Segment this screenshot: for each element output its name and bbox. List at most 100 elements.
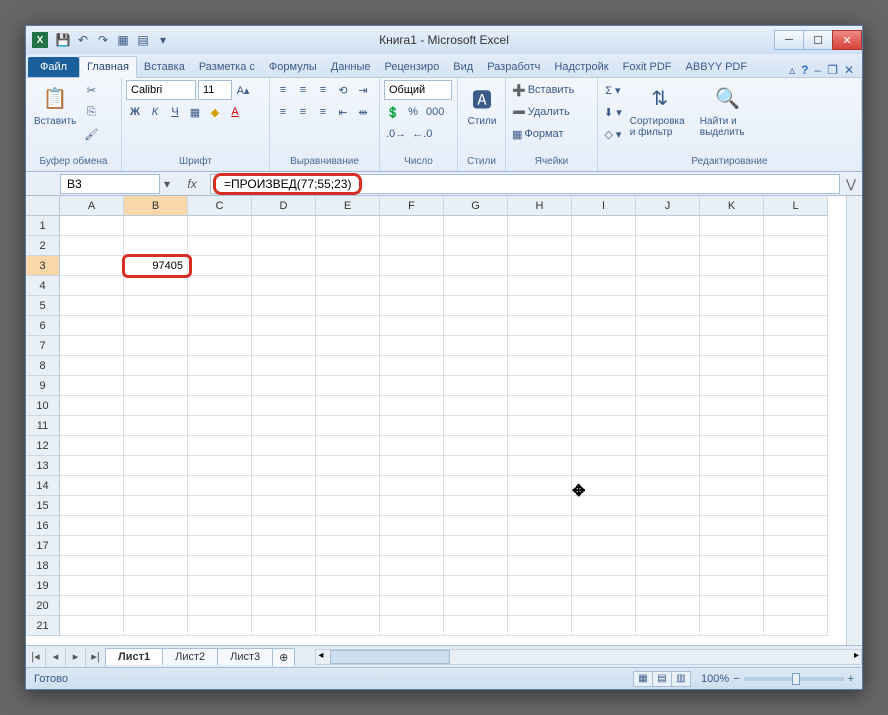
cell[interactable] — [572, 416, 636, 436]
cell[interactable] — [380, 356, 444, 376]
format-cells-button[interactable]: ▦ Формат — [510, 124, 596, 144]
cell[interactable] — [636, 336, 700, 356]
cell[interactable] — [444, 216, 508, 236]
row-header[interactable]: 7 — [26, 336, 60, 356]
cell[interactable] — [508, 456, 572, 476]
col-header[interactable]: D — [252, 196, 316, 216]
scrollbar-thumb[interactable] — [330, 650, 450, 664]
cell[interactable] — [508, 256, 572, 276]
cell[interactable] — [764, 456, 828, 476]
cell[interactable] — [700, 596, 764, 616]
row-header[interactable]: 4 — [26, 276, 60, 296]
row-header[interactable]: 11 — [26, 416, 60, 436]
row-header[interactable]: 13 — [26, 456, 60, 476]
cell[interactable] — [636, 296, 700, 316]
cell[interactable] — [316, 476, 380, 496]
cell[interactable] — [252, 556, 316, 576]
cell[interactable] — [636, 396, 700, 416]
cell[interactable] — [252, 596, 316, 616]
cell[interactable] — [572, 556, 636, 576]
cell[interactable] — [764, 596, 828, 616]
cell[interactable] — [188, 616, 252, 636]
row-header[interactable]: 21 — [26, 616, 60, 636]
undo-icon[interactable]: ↶ — [74, 31, 92, 49]
cell[interactable] — [316, 416, 380, 436]
cell[interactable] — [252, 296, 316, 316]
cell[interactable] — [316, 456, 380, 476]
cell[interactable] — [188, 536, 252, 556]
row-header[interactable]: 1 — [26, 216, 60, 236]
cell[interactable] — [188, 496, 252, 516]
cell[interactable] — [636, 596, 700, 616]
col-header[interactable]: A — [60, 196, 124, 216]
cell[interactable] — [636, 476, 700, 496]
currency-icon[interactable]: 💲 — [384, 102, 402, 122]
mdi-restore-icon[interactable]: ❐ — [827, 63, 838, 77]
cell[interactable] — [188, 356, 252, 376]
cell[interactable] — [380, 516, 444, 536]
sheet-nav-last-icon[interactable]: ▸| — [86, 647, 106, 667]
cell[interactable] — [508, 336, 572, 356]
cell[interactable] — [764, 316, 828, 336]
cell[interactable] — [700, 336, 764, 356]
cell[interactable] — [252, 256, 316, 276]
tab-addins[interactable]: Надстройк — [547, 57, 615, 77]
cell[interactable] — [188, 276, 252, 296]
row-header[interactable]: 2 — [26, 236, 60, 256]
cell[interactable] — [572, 296, 636, 316]
cell[interactable] — [444, 616, 508, 636]
wrap-text-icon[interactable]: ⇥ — [354, 80, 372, 100]
cell[interactable] — [444, 576, 508, 596]
cell[interactable] — [60, 456, 124, 476]
cell[interactable] — [316, 316, 380, 336]
cell[interactable] — [380, 336, 444, 356]
col-header[interactable]: H — [508, 196, 572, 216]
cell[interactable] — [764, 356, 828, 376]
cell[interactable] — [636, 516, 700, 536]
sheet-tab[interactable]: Лист3 — [217, 648, 273, 665]
find-select-button[interactable]: 🔍 Найти и выделить — [696, 80, 760, 140]
cell[interactable] — [764, 276, 828, 296]
cell[interactable] — [252, 276, 316, 296]
cell[interactable] — [572, 576, 636, 596]
cell[interactable] — [124, 516, 188, 536]
cell[interactable] — [252, 356, 316, 376]
cell[interactable] — [572, 456, 636, 476]
cell[interactable] — [764, 576, 828, 596]
cell[interactable] — [764, 416, 828, 436]
cell[interactable] — [252, 496, 316, 516]
cell[interactable] — [316, 616, 380, 636]
cell[interactable] — [764, 256, 828, 276]
cell[interactable] — [444, 456, 508, 476]
percent-icon[interactable]: % — [404, 102, 422, 122]
cell[interactable] — [636, 316, 700, 336]
maximize-button[interactable]: ☐ — [803, 30, 833, 50]
cell[interactable] — [700, 356, 764, 376]
select-all-corner[interactable] — [26, 196, 60, 216]
cell[interactable] — [444, 596, 508, 616]
zoom-slider[interactable] — [744, 677, 844, 681]
cell[interactable] — [764, 216, 828, 236]
cell[interactable] — [188, 236, 252, 256]
cell[interactable] — [508, 236, 572, 256]
cell[interactable] — [700, 556, 764, 576]
cell[interactable] — [124, 356, 188, 376]
cell[interactable] — [508, 576, 572, 596]
formula-input[interactable]: =ПРОИЗВЕД(77;55;23) — [210, 174, 840, 194]
tab-foxit[interactable]: Foxit PDF — [616, 57, 679, 77]
cell[interactable] — [316, 556, 380, 576]
row-header[interactable]: 17 — [26, 536, 60, 556]
cell[interactable] — [380, 476, 444, 496]
cell[interactable] — [380, 556, 444, 576]
view-layout-icon[interactable]: ▤ — [652, 671, 672, 687]
cell[interactable] — [572, 216, 636, 236]
align-right-icon[interactable]: ≡ — [314, 102, 332, 122]
col-header[interactable]: L — [764, 196, 828, 216]
cell[interactable] — [60, 556, 124, 576]
cell[interactable] — [188, 256, 252, 276]
row-header[interactable]: 15 — [26, 496, 60, 516]
qat-btn[interactable]: ▦ — [114, 31, 132, 49]
bold-icon[interactable]: Ж — [126, 102, 144, 122]
cell[interactable] — [508, 276, 572, 296]
cell[interactable] — [188, 396, 252, 416]
